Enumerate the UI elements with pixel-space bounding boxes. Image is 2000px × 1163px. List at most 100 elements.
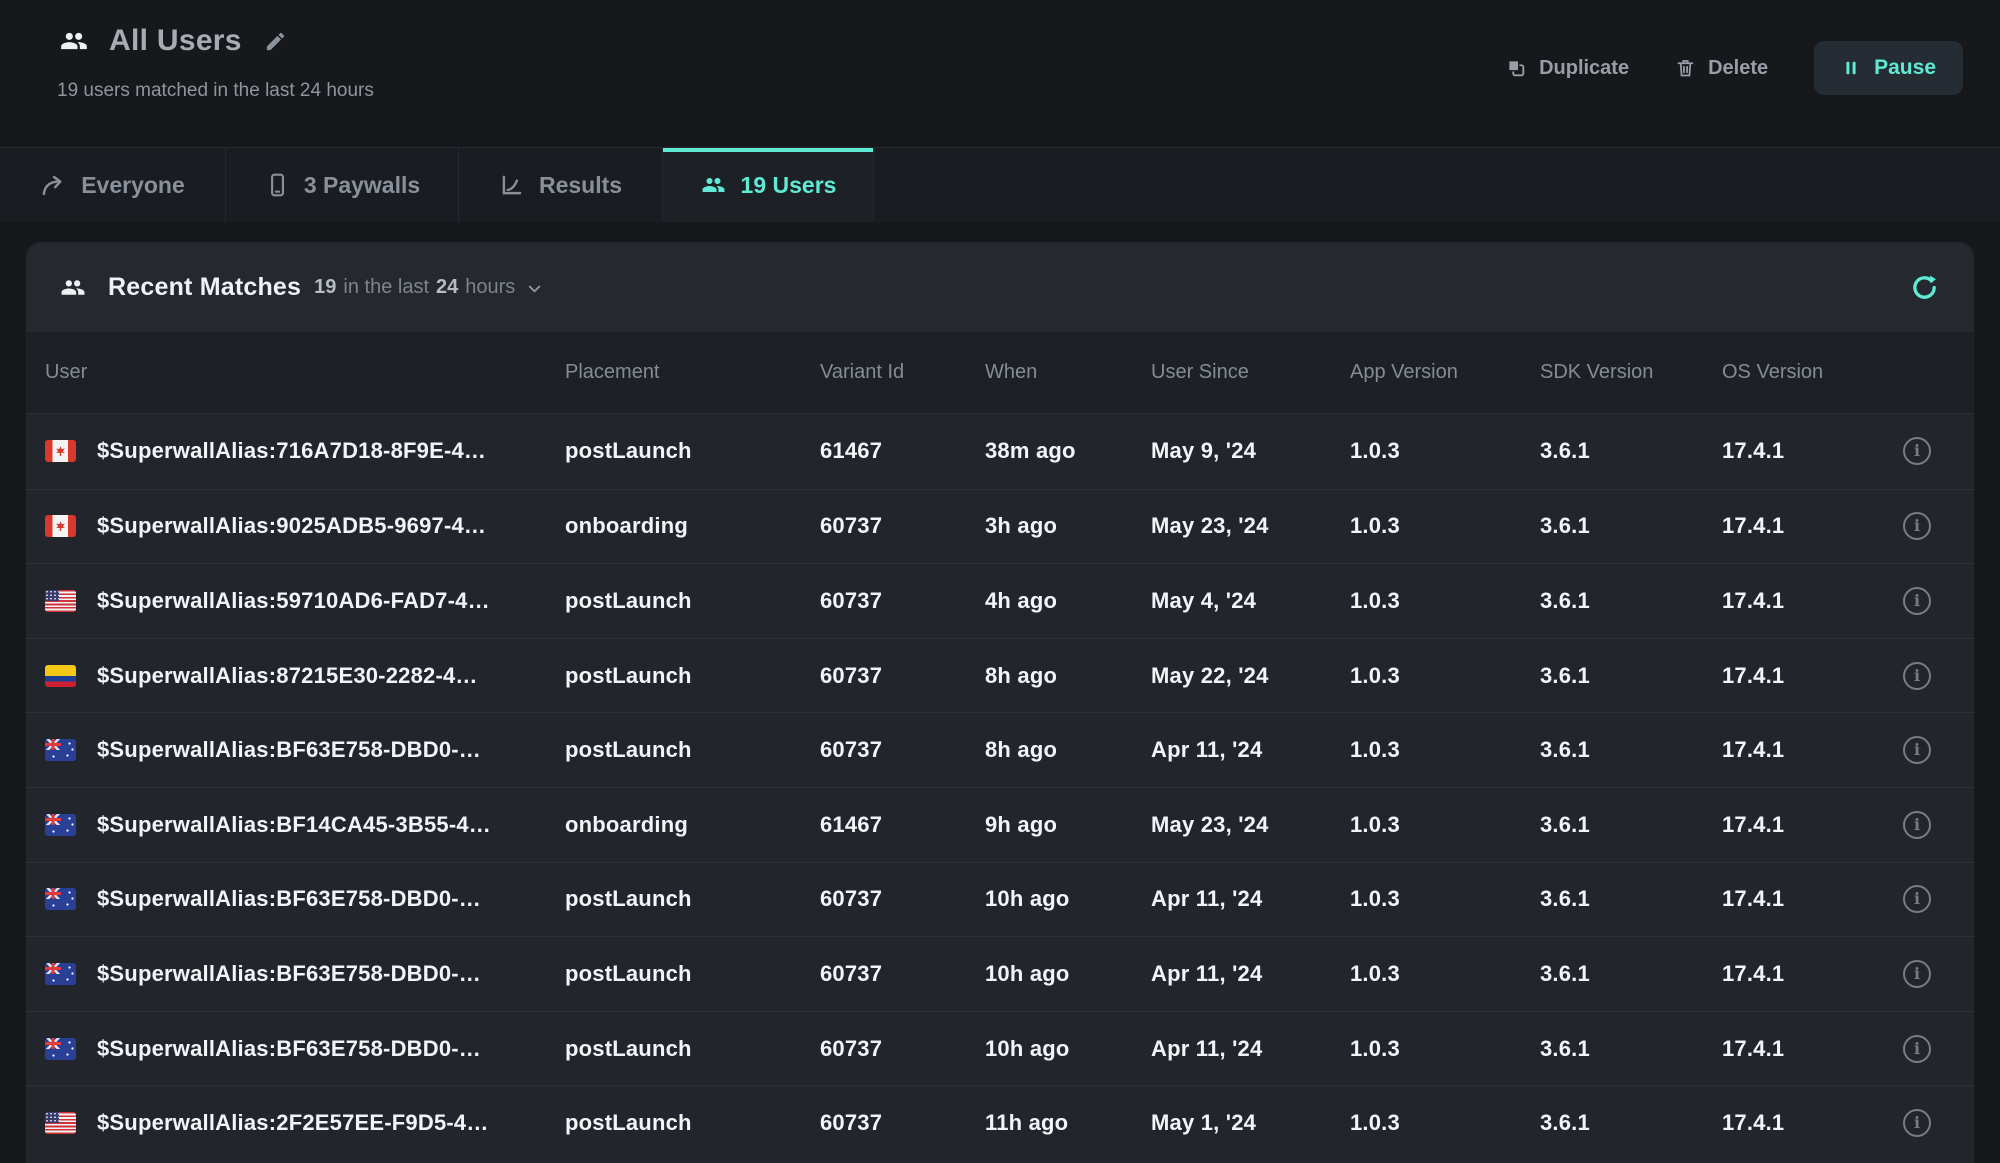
tab-results[interactable]: Results (459, 148, 663, 222)
tab-users[interactable]: 19 Users (663, 148, 874, 222)
tab-paywalls[interactable]: 3 Paywalls (226, 148, 459, 222)
app-version-cell: 1.0.3 (1350, 1036, 1540, 1062)
duplicate-label: Duplicate (1539, 57, 1629, 80)
placement-cell: postLaunch (565, 663, 820, 689)
variant-id-cell: 60737 (820, 588, 985, 614)
placement-cell: onboarding (565, 513, 820, 539)
ca-flag-icon (45, 515, 76, 537)
info-icon[interactable] (1903, 587, 1931, 615)
os-version-cell: 17.4.1 (1722, 1110, 1880, 1136)
pause-icon (1841, 58, 1861, 78)
table-row[interactable]: $SuperwallAlias:BF63E758-DBD0-… postLaun… (26, 862, 1974, 937)
filter-number: 24 (436, 276, 458, 299)
os-version-cell: 17.4.1 (1722, 513, 1880, 539)
arrow-branch-icon (40, 172, 67, 199)
column-header-when: When (985, 361, 1151, 384)
table-row[interactable]: $SuperwallAlias:BF14CA45-3B55-4… onboard… (26, 787, 1974, 862)
app-version-cell: 1.0.3 (1350, 513, 1540, 539)
pause-button[interactable]: Pause (1814, 41, 1963, 95)
users-icon (57, 27, 91, 55)
us-flag-icon (45, 1112, 76, 1134)
info-icon[interactable] (1903, 960, 1931, 988)
placement-cell: postLaunch (565, 737, 820, 763)
app-version-cell: 1.0.3 (1350, 812, 1540, 838)
sdk-version-cell: 3.6.1 (1540, 961, 1722, 987)
trash-icon (1675, 57, 1696, 79)
column-header-os-version: OS Version (1722, 361, 1880, 384)
user-alias: $SuperwallAlias:9025ADB5-9697-4… (97, 513, 486, 539)
tab-paywalls-label: 3 Paywalls (304, 172, 420, 199)
smartphone-icon (264, 172, 290, 198)
delete-label: Delete (1708, 57, 1768, 80)
delete-button[interactable]: Delete (1675, 57, 1768, 80)
sdk-version-cell: 3.6.1 (1540, 513, 1722, 539)
user-alias: $SuperwallAlias:BF14CA45-3B55-4… (97, 812, 491, 838)
when-cell: 9h ago (985, 812, 1151, 838)
co-flag-icon (45, 665, 76, 687)
user-since-cell: Apr 11, '24 (1151, 961, 1350, 987)
column-header-placement: Placement (565, 361, 820, 384)
when-cell: 10h ago (985, 886, 1151, 912)
column-header-sdk-version: SDK Version (1540, 361, 1722, 384)
os-version-cell: 17.4.1 (1722, 588, 1880, 614)
users-icon (58, 275, 88, 300)
filter-unit: hours (465, 276, 515, 299)
info-icon[interactable] (1903, 1109, 1931, 1137)
sdk-version-cell: 3.6.1 (1540, 663, 1722, 689)
tab-everyone-label: Everyone (81, 172, 185, 199)
info-icon[interactable] (1903, 736, 1931, 764)
au-flag-icon (45, 739, 76, 761)
os-version-cell: 17.4.1 (1722, 1036, 1880, 1062)
table-row[interactable]: $SuperwallAlias:59710AD6-FAD7-4… postLau… (26, 563, 1974, 638)
table-column-headers: User Placement Variant Id When User Sinc… (26, 332, 1974, 414)
variant-id-cell: 60737 (820, 961, 985, 987)
table-row[interactable]: $SuperwallAlias:BF63E758-DBD0-… postLaun… (26, 712, 1974, 787)
table-row[interactable]: $SuperwallAlias:BF63E758-DBD0-… postLaun… (26, 1011, 1974, 1086)
user-since-cell: Apr 11, '24 (1151, 737, 1350, 763)
table-row[interactable]: $SuperwallAlias:BF63E758-DBD0-… postLaun… (26, 936, 1974, 1011)
users-icon (700, 173, 727, 197)
user-alias: $SuperwallAlias:87215E30-2282-4… (97, 663, 478, 689)
variant-id-cell: 60737 (820, 737, 985, 763)
matches-filter-dropdown[interactable]: 19 in the last 24 hours (314, 276, 544, 299)
user-since-cell: May 4, '24 (1151, 588, 1350, 614)
au-flag-icon (45, 1038, 76, 1060)
when-cell: 4h ago (985, 588, 1151, 614)
when-cell: 11h ago (985, 1110, 1151, 1136)
au-flag-icon (45, 963, 76, 985)
user-since-cell: Apr 11, '24 (1151, 886, 1350, 912)
table-row[interactable]: $SuperwallAlias:716A7D18-8F9E-4… postLau… (26, 414, 1974, 489)
tab-results-label: Results (539, 172, 622, 199)
info-icon[interactable] (1903, 437, 1931, 465)
table-row[interactable]: $SuperwallAlias:2F2E57EE-F9D5-4… postLau… (26, 1085, 1974, 1160)
info-icon[interactable] (1903, 811, 1931, 839)
tab-everyone[interactable]: Everyone (0, 148, 226, 222)
header-actions: Duplicate Delete Pause (1505, 41, 1963, 95)
info-icon[interactable] (1903, 512, 1931, 540)
recent-matches-panel: Recent Matches 19 in the last 24 hours U… (26, 242, 1974, 1163)
table-row[interactable]: $SuperwallAlias:87215E30-2282-4… postLau… (26, 638, 1974, 713)
sdk-version-cell: 3.6.1 (1540, 737, 1722, 763)
au-flag-icon (45, 888, 76, 910)
user-since-cell: Apr 11, '24 (1151, 1036, 1350, 1062)
info-icon[interactable] (1903, 662, 1931, 690)
au-flag-icon (45, 814, 76, 836)
info-icon[interactable] (1903, 1035, 1931, 1063)
sdk-version-cell: 3.6.1 (1540, 588, 1722, 614)
refresh-icon[interactable] (1909, 272, 1940, 303)
info-icon[interactable] (1903, 885, 1931, 913)
pause-label: Pause (1874, 56, 1936, 80)
placement-cell: postLaunch (565, 588, 820, 614)
table-row[interactable]: $SuperwallAlias:9025ADB5-9697-4… onboard… (26, 489, 1974, 564)
page-header: All Users 19 users matched in the last 2… (0, 0, 2000, 147)
variant-id-cell: 60737 (820, 663, 985, 689)
duplicate-button[interactable]: Duplicate (1505, 57, 1629, 80)
os-version-cell: 17.4.1 (1722, 438, 1880, 464)
user-alias: $SuperwallAlias:BF63E758-DBD0-… (97, 961, 481, 987)
sdk-version-cell: 3.6.1 (1540, 812, 1722, 838)
when-cell: 8h ago (985, 737, 1151, 763)
column-header-user-since: User Since (1151, 361, 1350, 384)
sdk-version-cell: 3.6.1 (1540, 1110, 1722, 1136)
pencil-icon[interactable] (264, 30, 287, 53)
when-cell: 3h ago (985, 513, 1151, 539)
